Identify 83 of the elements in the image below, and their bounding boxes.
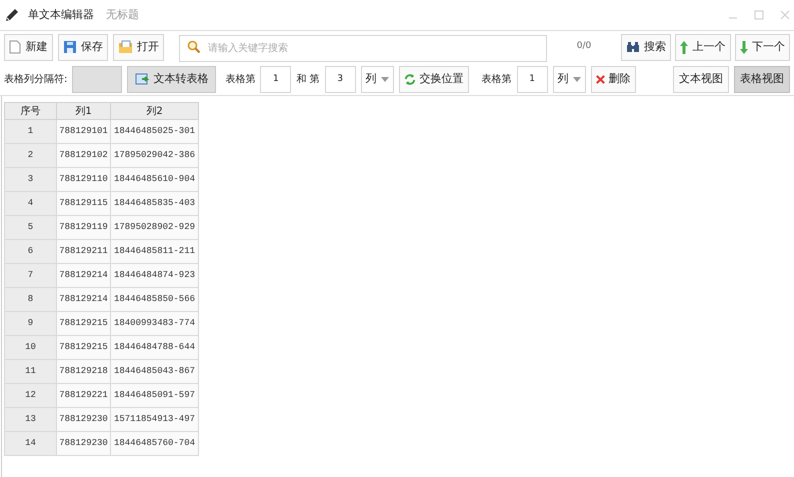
table-cell: 18446484874-923 <box>110 264 198 288</box>
table-cell: 18446485091-597 <box>110 384 198 408</box>
refresh-icon <box>404 72 416 86</box>
row-number: 13 <box>4 408 56 432</box>
column-label: 表格第 <box>225 72 256 86</box>
search-field[interactable]: 请输入关键字搜索 <box>178 34 547 62</box>
and-label: 和 第 <box>296 72 320 86</box>
toolbar-button[interactable]: 保存 <box>58 34 108 60</box>
row-number: 5 <box>4 216 56 240</box>
row-number: 8 <box>4 288 56 312</box>
pencil-icon <box>4 7 20 23</box>
toolbar-button[interactable]: 下一个 <box>734 34 790 60</box>
separator-field[interactable] <box>72 66 122 92</box>
table-cell: 788129214 <box>56 264 110 288</box>
search-icon <box>186 40 201 54</box>
table-cell: 788129230 <box>56 432 110 456</box>
toolbar-button[interactable]: 上一个 <box>675 34 731 60</box>
row-number: 6 <box>4 240 56 264</box>
column-number-field[interactable]: 1 <box>260 66 292 92</box>
table-cell: 18446485025-301 <box>110 120 198 144</box>
arrow-up-icon <box>680 40 688 54</box>
table-cell: 18446485811-211 <box>110 240 198 264</box>
column-dropdown[interactable]: 列 <box>552 66 586 92</box>
row-number: 7 <box>4 264 56 288</box>
arrow-down-icon <box>740 40 748 54</box>
row-number: 1 <box>4 120 56 144</box>
row-number: 4 <box>4 192 56 216</box>
row-number: 12 <box>4 384 56 408</box>
toolbar-button[interactable]: 搜索 <box>621 34 672 60</box>
table-cell: 788129119 <box>56 216 110 240</box>
row-number: 10 <box>4 336 56 360</box>
row-number: 3 <box>4 168 56 192</box>
column-header[interactable]: 序号 <box>4 102 56 120</box>
column-number-field[interactable]: 3 <box>324 66 356 92</box>
row-number: 14 <box>4 432 56 456</box>
table-cell: 18446484788-644 <box>110 336 198 360</box>
close-icon <box>596 74 605 84</box>
column-number-field[interactable]: 1 <box>516 66 548 92</box>
row-number: 2 <box>4 144 56 168</box>
document-icon <box>9 40 22 54</box>
binoculars-icon <box>626 41 640 53</box>
table-cell: 788129218 <box>56 360 110 384</box>
table-cell: 17895029042-386 <box>110 144 198 168</box>
convert-button[interactable]: 文本转表格 <box>127 66 216 92</box>
table-cell: 788129211 <box>56 240 110 264</box>
table-cell: 788129101 <box>56 120 110 144</box>
column-label: 表格第 <box>482 72 512 86</box>
table-cell: 788129214 <box>56 288 110 312</box>
maximize-icon[interactable] <box>754 10 764 20</box>
table-cell: 18446485835-403 <box>110 192 198 216</box>
toolbar-button[interactable]: 打开 <box>112 34 164 60</box>
table-cell: 18446485850-566 <box>110 288 198 312</box>
swap-button[interactable]: 交换位置 <box>398 66 469 92</box>
caret-icon <box>380 76 389 82</box>
column-dropdown[interactable]: 列 <box>360 66 394 92</box>
row-number: 11 <box>4 360 56 384</box>
table-icon <box>135 72 150 86</box>
caret-icon <box>572 76 581 82</box>
document-title: 无标题 <box>106 6 139 23</box>
view-tab[interactable]: 表格视图 <box>734 66 790 92</box>
table-cell: 18446485760-704 <box>110 432 198 456</box>
folder-icon <box>118 40 133 54</box>
window-title: 单文本编辑器 <box>28 6 94 23</box>
table-cell: 788129221 <box>56 384 110 408</box>
row-number: 9 <box>4 312 56 336</box>
table-cell: 788129215 <box>56 312 110 336</box>
separator-label: 表格列分隔符: <box>4 72 68 86</box>
table-cell: 788129102 <box>56 144 110 168</box>
table-cell: 788129215 <box>56 336 110 360</box>
table-cell: 17895028902-929 <box>110 216 198 240</box>
delete-button[interactable]: 删除 <box>590 66 636 92</box>
table-cell: 18400993483-774 <box>110 312 198 336</box>
match-count: 0/0 <box>576 40 592 54</box>
close-icon[interactable] <box>780 10 790 20</box>
table-cell: 788129115 <box>56 192 110 216</box>
column-header[interactable]: 列2 <box>110 102 198 120</box>
table-cell: 788129110 <box>56 168 110 192</box>
toolbar-button[interactable]: 新建 <box>4 34 53 60</box>
table-cell: 18446485610-904 <box>110 168 198 192</box>
table-cell: 788129230 <box>56 408 110 432</box>
table-cell: 18446485043-867 <box>110 360 198 384</box>
view-tab[interactable]: 文本视图 <box>673 66 729 92</box>
table-cell: 15711854913-497 <box>110 408 198 432</box>
